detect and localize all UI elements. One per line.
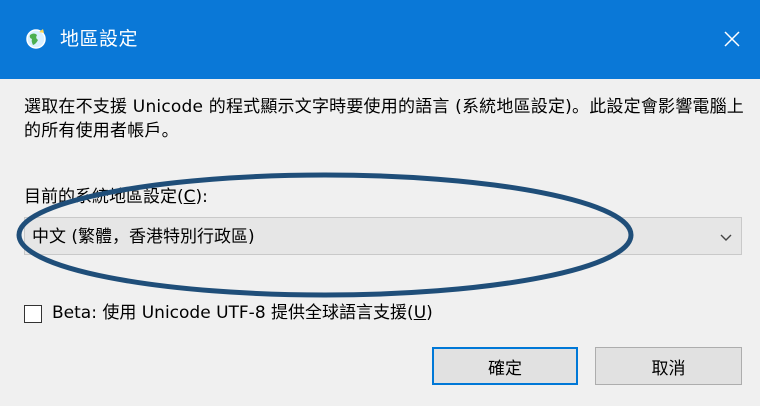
system-locale-label: 目前的系統地區設定(C): xyxy=(24,185,208,209)
system-locale-value: 中文 (繁體，香港特別行政區) xyxy=(32,227,255,247)
ok-button[interactable]: 確定 xyxy=(432,347,578,385)
title-bar: 地區設定 xyxy=(0,0,760,79)
beta-label-mnemonic: U xyxy=(413,303,427,323)
close-icon xyxy=(724,31,740,47)
system-locale-label-suffix: ): xyxy=(195,187,208,207)
window-title: 地區設定 xyxy=(60,28,139,50)
beta-utf8-checkbox[interactable] xyxy=(24,305,42,323)
chevron-down-icon xyxy=(720,234,732,241)
system-locale-dropdown[interactable]: 中文 (繁體，香港特別行政區) xyxy=(24,217,742,255)
ok-button-label: 確定 xyxy=(488,358,522,379)
globe-icon xyxy=(26,29,46,49)
system-locale-mnemonic: C xyxy=(183,187,196,207)
cancel-button-label: 取消 xyxy=(651,358,686,379)
cancel-button[interactable]: 取消 xyxy=(595,347,742,385)
beta-label-prefix: Beta: 使用 Unicode UTF-8 提供全球語言支援( xyxy=(52,303,414,323)
beta-label-suffix: ) xyxy=(426,303,433,323)
close-button[interactable] xyxy=(712,20,752,58)
beta-utf8-label[interactable]: Beta: 使用 Unicode UTF-8 提供全球語言支援(U) xyxy=(52,301,433,325)
description-text: 選取在不支援 Unicode 的程式顯示文字時要使用的語言 (系統地區設定)。此… xyxy=(24,97,745,141)
system-locale-label-prefix: 目前的系統地區設定( xyxy=(24,187,184,207)
